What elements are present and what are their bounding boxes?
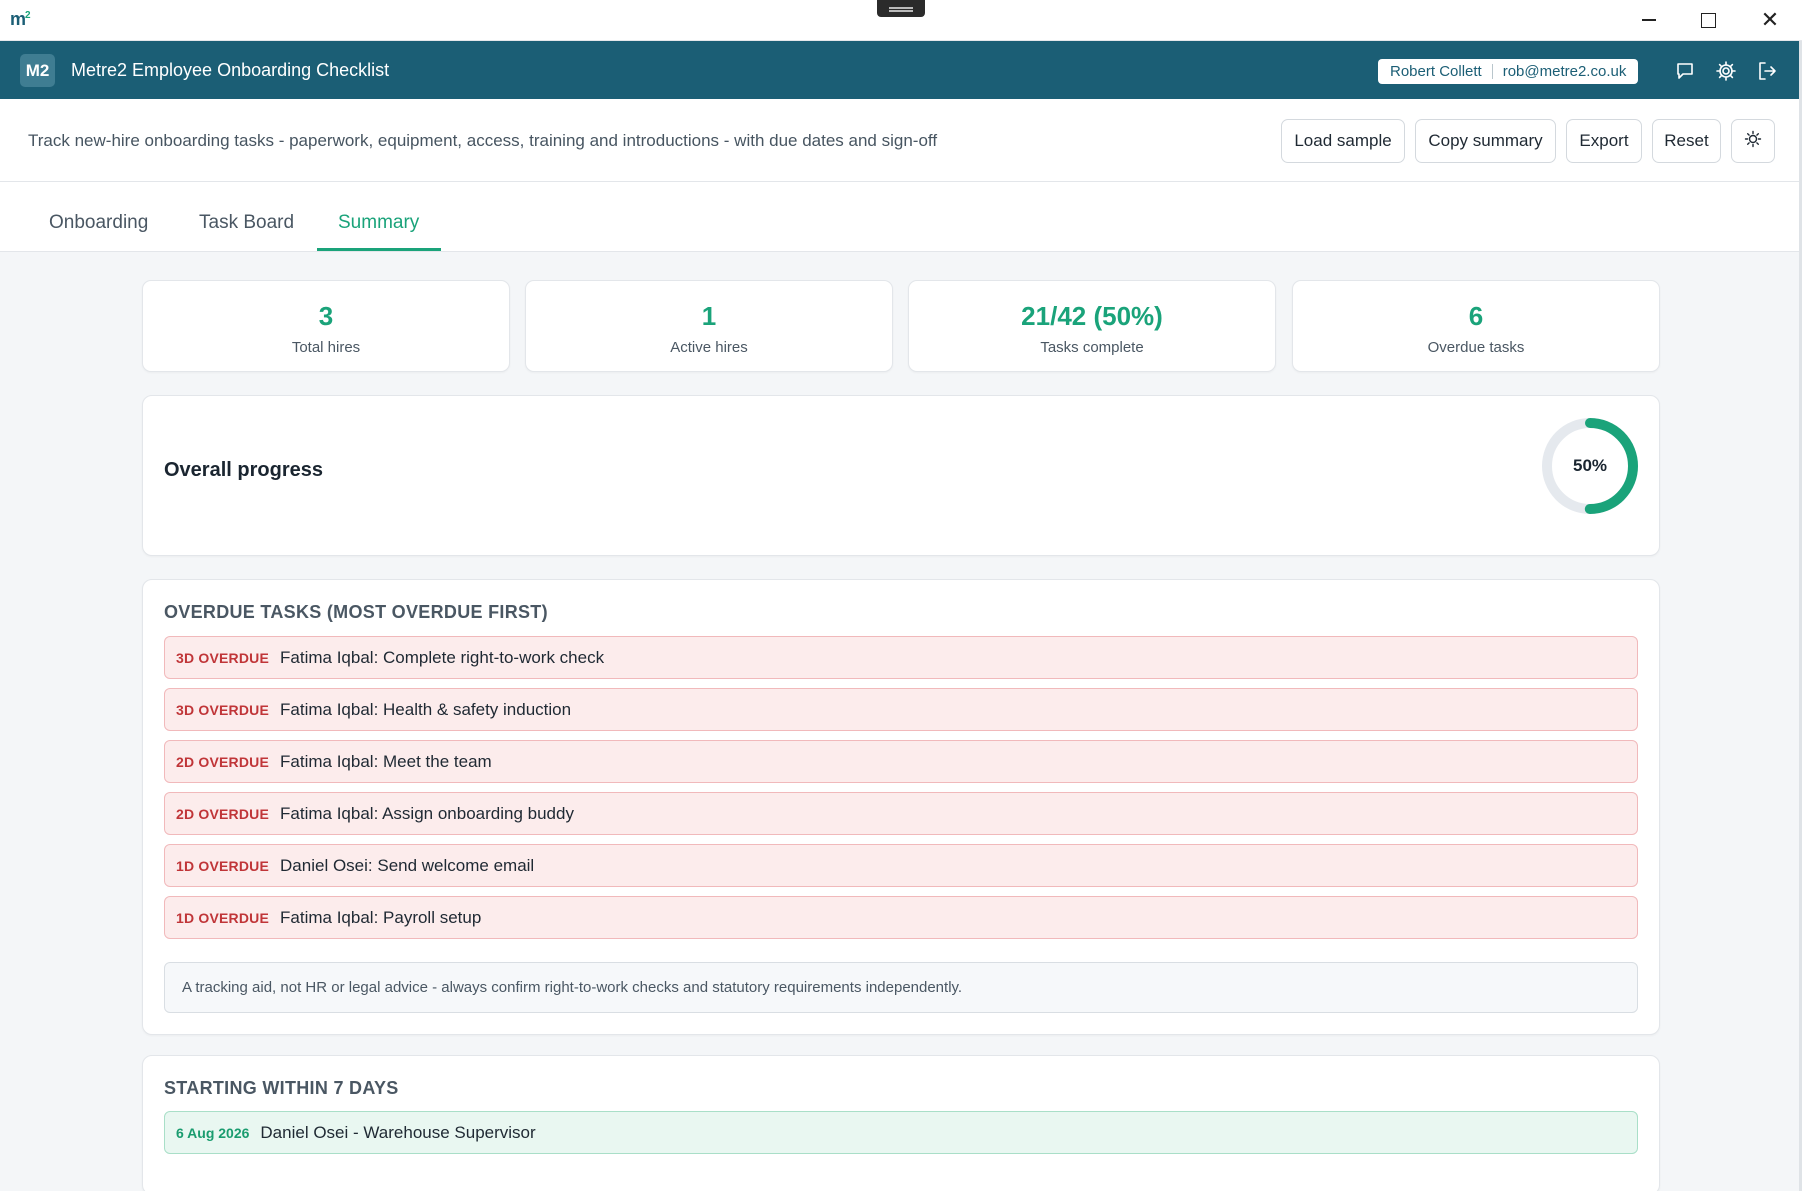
toolbar: Track new-hire onboarding tasks - paperw… bbox=[0, 99, 1802, 182]
stat-value: 21/42 (50%) bbox=[1021, 301, 1163, 331]
overdue-task-text: Fatima Iqbal: Payroll setup bbox=[280, 907, 482, 927]
overdue-task-row: 2D OVERDUE Fatima Iqbal: Meet the team bbox=[164, 740, 1638, 783]
app-badge: M2 bbox=[20, 54, 55, 87]
window-logo-sup: 2 bbox=[25, 10, 30, 21]
stat-card-active-hires: 1 Active hires bbox=[525, 280, 893, 372]
overdue-badge: 3D OVERDUE bbox=[176, 649, 270, 666]
maximize-icon[interactable] bbox=[1687, 0, 1729, 40]
window-titlebar: m2 ✕ bbox=[0, 0, 1802, 41]
tab-summary[interactable]: Summary bbox=[338, 212, 419, 234]
user-name: Robert Collett bbox=[1390, 63, 1482, 80]
user-pill[interactable]: Robert Collett rob@metre2.co.uk bbox=[1378, 59, 1639, 84]
window-logo-letter: m bbox=[10, 9, 26, 29]
minimize-icon[interactable] bbox=[1628, 0, 1670, 40]
overdue-badge: 2D OVERDUE bbox=[176, 753, 270, 770]
overdue-tasks-card: OVERDUE TASKS (MOST OVERDUE FIRST) 3D OV… bbox=[142, 579, 1660, 1035]
starting-section-title: STARTING WITHIN 7 DAYS bbox=[164, 1078, 399, 1098]
stat-value: 1 bbox=[701, 301, 717, 331]
starting-hire-row: 6 Aug 2026 Daniel Osei - Warehouse Super… bbox=[164, 1111, 1638, 1154]
start-date: 6 Aug 2026 bbox=[176, 1124, 250, 1141]
disclaimer-note: A tracking aid, not HR or legal advice -… bbox=[164, 962, 1638, 1013]
overdue-task-text: Fatima Iqbal: Complete right-to-work che… bbox=[280, 647, 605, 667]
stat-card-overdue-tasks: 6 Overdue tasks bbox=[1292, 280, 1660, 372]
overdue-task-text: Daniel Osei: Send welcome email bbox=[280, 855, 535, 875]
app-description: Track new-hire onboarding tasks - paperw… bbox=[28, 131, 938, 150]
app-logo-icon: m2 bbox=[10, 9, 30, 30]
stat-label: Overdue tasks bbox=[1427, 339, 1525, 356]
stat-value: 6 bbox=[1468, 301, 1484, 331]
logout-icon[interactable] bbox=[1755, 59, 1779, 83]
feedback-icon[interactable] bbox=[1673, 59, 1697, 83]
settings-icon[interactable] bbox=[1714, 59, 1738, 83]
reset-button[interactable]: Reset bbox=[1652, 119, 1721, 163]
overall-progress-card: Overall progress 50% bbox=[142, 395, 1660, 556]
overdue-badge: 2D OVERDUE bbox=[176, 805, 270, 822]
tab-onboarding[interactable]: Onboarding bbox=[49, 212, 148, 234]
stat-card-total-hires: 3 Total hires bbox=[142, 280, 510, 372]
stat-label: Total hires bbox=[291, 339, 361, 356]
export-button[interactable]: Export bbox=[1566, 119, 1642, 163]
starting-soon-card: STARTING WITHIN 7 DAYS 6 Aug 2026 Daniel… bbox=[142, 1055, 1660, 1191]
overdue-task-row: 1D OVERDUE Fatima Iqbal: Payroll setup bbox=[164, 896, 1638, 939]
app-header: M2 Metre2 Employee Onboarding Checklist … bbox=[0, 41, 1802, 99]
overdue-task-row: 1D OVERDUE Daniel Osei: Send welcome ema… bbox=[164, 844, 1638, 887]
overdue-badge: 3D OVERDUE bbox=[176, 701, 270, 718]
stat-label: Tasks complete bbox=[1040, 339, 1144, 356]
app-title: Metre2 Employee Onboarding Checklist bbox=[71, 60, 390, 80]
overdue-task-row: 2D OVERDUE Fatima Iqbal: Assign onboardi… bbox=[164, 792, 1638, 835]
overdue-task-row: 3D OVERDUE Fatima Iqbal: Health & safety… bbox=[164, 688, 1638, 731]
theme-toggle-button[interactable] bbox=[1731, 119, 1775, 163]
copy-summary-button[interactable]: Copy summary bbox=[1415, 119, 1556, 163]
overdue-task-text: Fatima Iqbal: Health & safety induction bbox=[280, 699, 572, 719]
tab-bar: Onboarding Task Board Summary bbox=[0, 182, 1802, 252]
active-tab-indicator bbox=[317, 248, 441, 251]
load-sample-button[interactable]: Load sample bbox=[1281, 119, 1405, 163]
stat-value: 3 bbox=[318, 301, 334, 331]
starting-hire-text: Daniel Osei - Warehouse Supervisor bbox=[260, 1122, 536, 1142]
overdue-task-text: Fatima Iqbal: Meet the team bbox=[280, 751, 492, 771]
overdue-task-text: Fatima Iqbal: Assign onboarding buddy bbox=[280, 803, 574, 823]
user-pill-divider bbox=[1491, 64, 1493, 79]
stat-label: Active hires bbox=[670, 339, 748, 356]
progress-title: Overall progress bbox=[164, 459, 323, 481]
overdue-task-row: 3D OVERDUE Fatima Iqbal: Complete right-… bbox=[164, 636, 1638, 679]
summary-panel: 3 Total hires 1 Active hires 21/42 (50%)… bbox=[0, 252, 1802, 1191]
sun-icon bbox=[1744, 130, 1762, 153]
overdue-section-title: OVERDUE TASKS (MOST OVERDUE FIRST) bbox=[164, 602, 548, 622]
overdue-badge: 1D OVERDUE bbox=[176, 857, 270, 874]
progress-percent: 50% bbox=[1572, 456, 1608, 475]
close-icon[interactable]: ✕ bbox=[1749, 0, 1791, 40]
stat-card-tasks-complete: 21/42 (50%) Tasks complete bbox=[908, 280, 1276, 372]
tab-task-board[interactable]: Task Board bbox=[199, 212, 294, 234]
overdue-badge: 1D OVERDUE bbox=[176, 909, 270, 926]
drag-handle-icon[interactable] bbox=[877, 0, 925, 17]
user-email: rob@metre2.co.uk bbox=[1502, 63, 1627, 80]
